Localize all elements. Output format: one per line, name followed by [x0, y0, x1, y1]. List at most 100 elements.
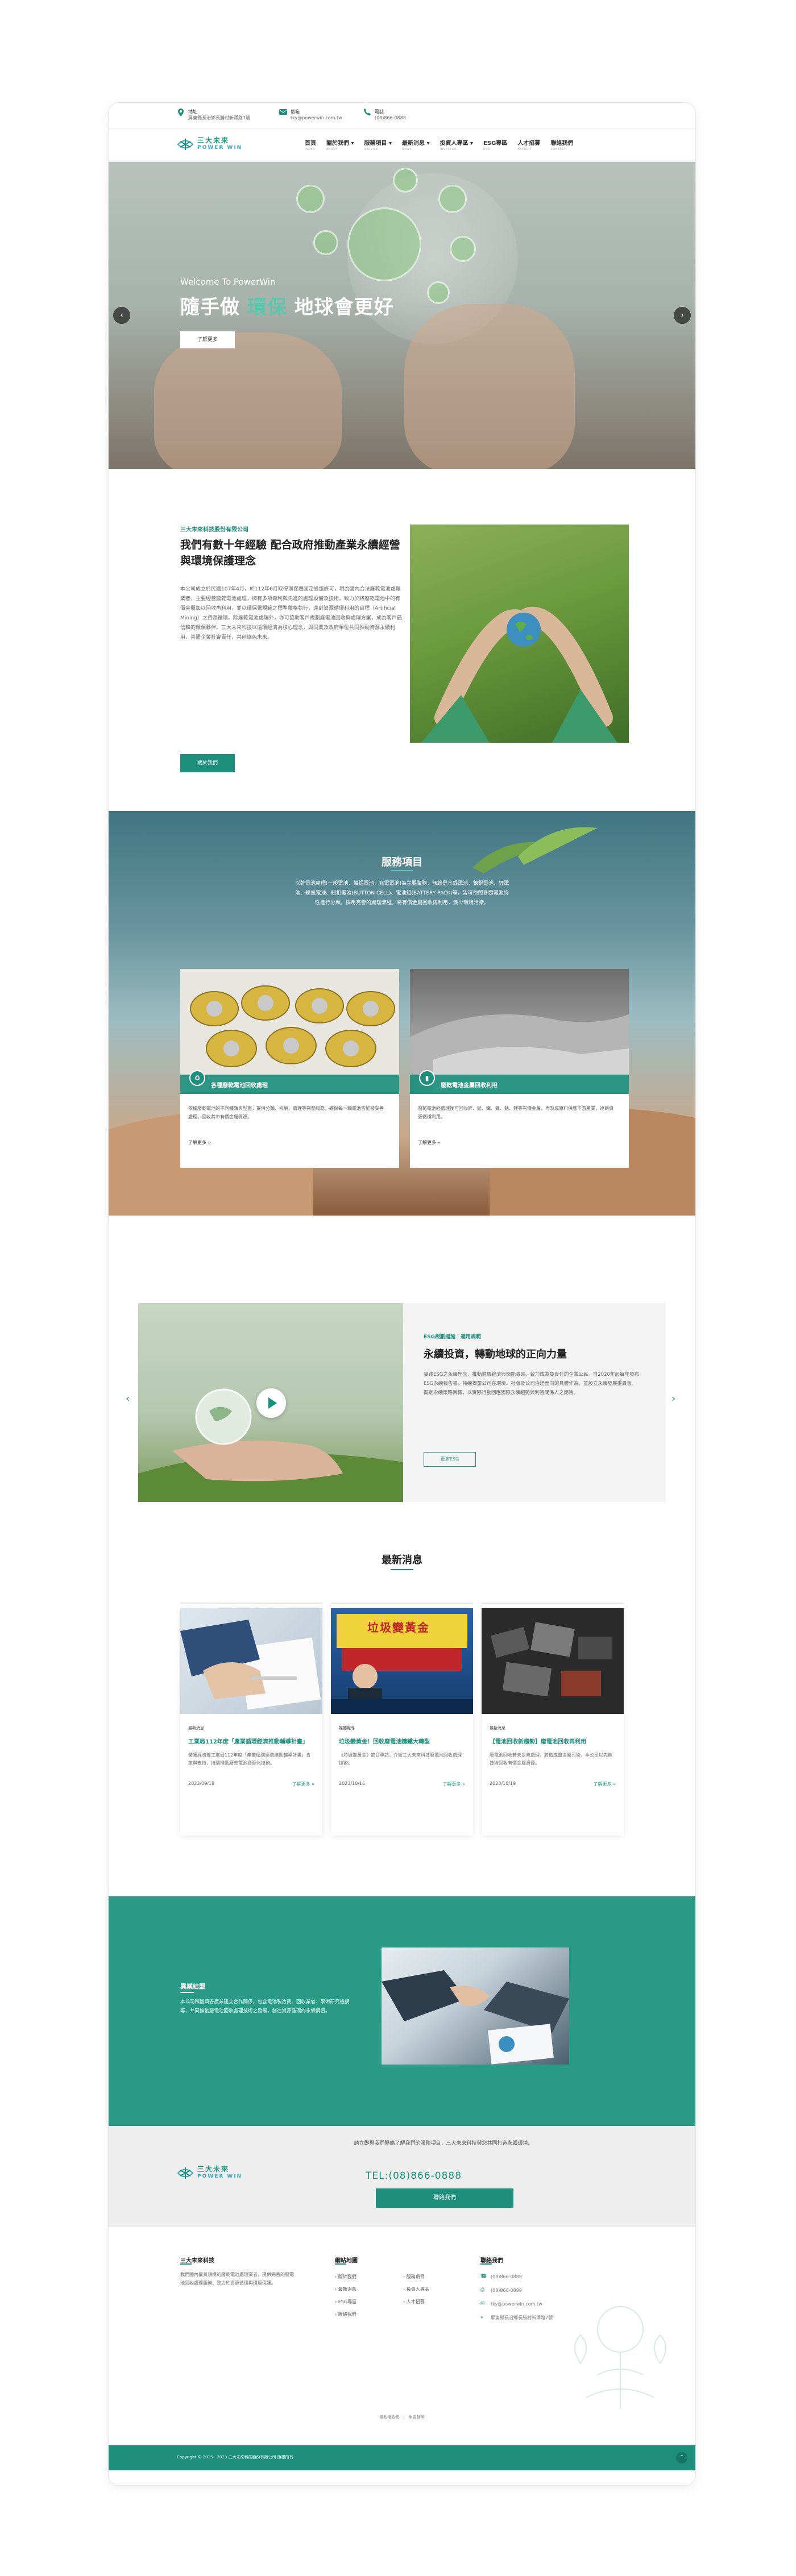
- services-title-underline: [391, 870, 413, 871]
- cooperation-section: 異業結盟 本公司積極與各產業建立合作關係，包含電池製造商、回收業者、學術研究機構…: [109, 1896, 695, 2126]
- service-card-text: 廢乾電池經處理後可回收鋅、錳、鐵、鎳、鈷、鋰等有價金屬，再製成原料供應下游產業，…: [418, 1106, 613, 1120]
- contact-email[interactable]: 信箱 tky@powerwin.com.tw: [279, 109, 342, 121]
- contact-address-value: 屏東縣長治鄉長勝村新潭路7號: [188, 115, 251, 120]
- news-card-more-link[interactable]: 了解更多 »: [594, 1781, 616, 1787]
- contact-cta-section: 三大未來 POWER WIN 請立即與我們聯絡了解我們的服務項目，三大未來科技與您…: [109, 2126, 695, 2227]
- news-card-date: 2023/10/16: [339, 1781, 366, 1786]
- mail-icon: [279, 109, 288, 116]
- nav-item-sublabel: RECRUIT: [517, 148, 532, 151]
- footer-link-news[interactable]: 最新消息: [335, 2286, 356, 2292]
- news-section-title: 最新消息: [382, 1554, 422, 1566]
- news-card-more-link[interactable]: 了解更多 »: [292, 1781, 314, 1787]
- back-to-top-icon[interactable]: ⌃: [676, 2452, 687, 2463]
- hero-hand-left: [154, 332, 342, 469]
- phone-icon: ☎: [480, 2274, 487, 2279]
- hero-eco-icon: [450, 236, 476, 262]
- news-card-category: 媒體報導: [339, 1726, 355, 1730]
- service-card-title: 廢乾電池金屬回收利用: [441, 1083, 498, 1089]
- footer-policy-links[interactable]: 隱私權政策 | 免責聲明: [109, 2415, 695, 2420]
- nav-item-service[interactable]: 服務項目 ▾ SERVICE: [364, 138, 392, 151]
- hero-title-highlight: 環保: [247, 296, 287, 319]
- news-card-title[interactable]: 垃圾變黃金！回收廢電池鑄鐵大轉型: [339, 1737, 465, 1745]
- news-card-summary: 廢電池回收若未妥善處理，將造成重金屬污染，本公司以先進技術回收有價金屬資源。: [490, 1753, 612, 1766]
- esg-prev-arrow-icon[interactable]: ‹: [126, 1393, 130, 1405]
- nav-item-sublabel: NEWS: [402, 148, 412, 151]
- nav-item-esg[interactable]: ESG專區 ESG: [483, 138, 507, 151]
- nav-item-label: ESG專區: [483, 140, 508, 147]
- footer-contact-text: tky@powerwin.com.tw: [491, 2301, 542, 2307]
- footer-link-about[interactable]: 關於我們: [335, 2274, 356, 2280]
- nav-item-investor[interactable]: 投資人專區 ▾ INVESTOR: [440, 138, 474, 151]
- news-card-title[interactable]: 【電池回收新趨勢】廢電池回收再利用: [490, 1737, 616, 1745]
- site-logo[interactable]: 三大未來 POWER WIN: [177, 137, 242, 152]
- footer-link-investor[interactable]: 投資人專區: [403, 2286, 429, 2292]
- logo-text-en: POWER WIN: [197, 145, 243, 151]
- news-card[interactable]: 垃圾變黃金 媒體報導 垃圾變黃金！回收廢電池鑄鐵大轉型 《垃圾變黃金》節目專訪，…: [331, 1603, 473, 1836]
- news-card[interactable]: 最新消息 【電池回收新趨勢】廢電池回收再利用 廢電池回收若未妥善處理，將造成重金…: [482, 1603, 624, 1836]
- footer-contact-email[interactable]: ✉ tky@powerwin.com.tw: [480, 2301, 542, 2307]
- esg-next-arrow-icon[interactable]: ›: [671, 1393, 675, 1405]
- footer-link-recruit[interactable]: 人才招募: [403, 2299, 425, 2305]
- footer-contact-phone[interactable]: ☎ (08)866-0888: [480, 2274, 522, 2279]
- site-footer: 三大未來科技 我們國內最具規模的廢乾電池處理業者，提供完善的廢電池回收處理服務，…: [109, 2227, 695, 2485]
- hero-banner: Welcome To PowerWin 隨手做 環保 地球會更好 了解更多 ‹ …: [109, 162, 695, 469]
- cooperation-title-underline: [180, 1992, 194, 1993]
- logo-mark-icon: [177, 2166, 194, 2180]
- nav-item-label: 最新消息 ▾: [402, 140, 430, 147]
- footer-contact-text: 屏東縣長治鄉長勝村新潭路7號: [491, 2315, 553, 2320]
- service-card-recycling[interactable]: ♻ 各種廢乾電池回收處理 依據廢乾電池的不同種類與型態，提供分類、拆解、處理等完…: [180, 969, 399, 1168]
- contact-phone[interactable]: 電話 (08)866-0888: [363, 109, 406, 121]
- news-card-divider: [331, 1603, 473, 1604]
- hero-prev-arrow-icon[interactable]: ‹: [113, 307, 130, 324]
- hero-learn-more-button[interactable]: 了解更多: [180, 331, 235, 348]
- logo-text-zh: 三大未來: [197, 2165, 230, 2173]
- about-us-button[interactable]: 關於我們: [180, 754, 235, 772]
- footer-contact-text: (08)866-0899: [491, 2287, 522, 2293]
- nav-item-sublabel: INVESTOR: [440, 148, 457, 151]
- page-frame: 地址 屏東縣長治鄉長勝村新潭路7號 信箱 tky@powerwin.com.tw 電…: [109, 103, 695, 2485]
- footer-link-contact[interactable]: 聯絡我們: [335, 2311, 356, 2317]
- news-card-title[interactable]: 工業局112年度「產業循環經濟推動輔導計畫」: [188, 1737, 314, 1745]
- esg-glass-globe-video[interactable]: [138, 1303, 403, 1502]
- nav-item-contact[interactable]: 聯絡我們 CONTACT: [550, 138, 573, 151]
- nav-item-about[interactable]: 關於我們 ▾ ABOUT: [326, 138, 354, 151]
- esg-panel: ESG規劃措施｜適用規範 永續投資，轉動地球的正向力量 實踐ESG之永續理念，推…: [403, 1303, 666, 1502]
- cta-contact-button[interactable]: 聯絡我們: [376, 2188, 513, 2208]
- handshake-photo: [382, 1947, 569, 2065]
- about-body: 本公司成立於民國107年4月，於112年6月取得環保署固定設施許可，現為國內合法…: [180, 586, 402, 640]
- about-heart-globe-photo: [410, 525, 629, 743]
- service-card-more-link[interactable]: 了解更多 »: [188, 1139, 210, 1146]
- service-card-more-link[interactable]: 了解更多 »: [418, 1139, 440, 1146]
- news-card-divider: [482, 1603, 624, 1604]
- contact-email-value: tky@powerwin.com.tw: [291, 115, 342, 120]
- footer-contact-fax: ⎙ (08)866-0899: [480, 2287, 522, 2293]
- service-card-metal-recovery[interactable]: ▮ 廢乾電池金屬回收利用 廢乾電池經處理後可回收鋅、錳、鐵、鎳、鈷、鋰等有價金屬…: [410, 969, 629, 1168]
- cta-telephone[interactable]: TEL:(08)866-0888: [366, 2170, 462, 2182]
- logo-text-zh: 三大未來: [197, 136, 230, 144]
- video-play-icon[interactable]: [256, 1388, 286, 1418]
- footer-title-underline: [335, 2263, 346, 2265]
- nav-item-recruit[interactable]: 人才招募 RECRUIT: [517, 138, 540, 151]
- logo-text-en: POWER WIN: [197, 2174, 243, 2179]
- nav-item-sublabel: CONTACT: [550, 148, 566, 151]
- location-pin-icon: [177, 109, 185, 116]
- news-card-category: 最新消息: [490, 1726, 505, 1730]
- news-card-more-link[interactable]: 了解更多 »: [443, 1781, 465, 1787]
- nav-item-index[interactable]: 首頁 INDEX: [305, 138, 316, 151]
- news-title-underline: [391, 1569, 413, 1570]
- news-card[interactable]: 最新消息 工業局112年度「產業循環經濟推動輔導計畫」 榮獲經濟部工業局112年…: [180, 1603, 322, 1836]
- hero-eco-icon: [427, 281, 450, 304]
- footer-link-service[interactable]: 服務項目: [403, 2274, 425, 2280]
- hero-tree-globe: [347, 207, 421, 281]
- footer-about-title: 三大未來科技: [180, 2258, 214, 2264]
- cta-logo[interactable]: 三大未來 POWER WIN: [177, 2166, 242, 2180]
- footer-link-esg[interactable]: ESG專區: [335, 2299, 356, 2305]
- hero-next-arrow-icon[interactable]: ›: [674, 307, 691, 324]
- nav-item-label: 投資人專區 ▾: [440, 140, 474, 147]
- hero-hand-right: [404, 304, 575, 469]
- nav-item-news[interactable]: 最新消息 ▾ NEWS: [402, 138, 430, 151]
- services-description: 以乾電池處理(一般電池、鹼錳電池、充電電池)為主要業務，無論是水銀電池、鎳鎘電池…: [295, 881, 509, 906]
- footer-decoration: [574, 2306, 666, 2409]
- esg-more-button[interactable]: 更多ESG: [424, 1452, 476, 1467]
- service-card-title: 各種廢乾電池回收處理: [211, 1083, 268, 1089]
